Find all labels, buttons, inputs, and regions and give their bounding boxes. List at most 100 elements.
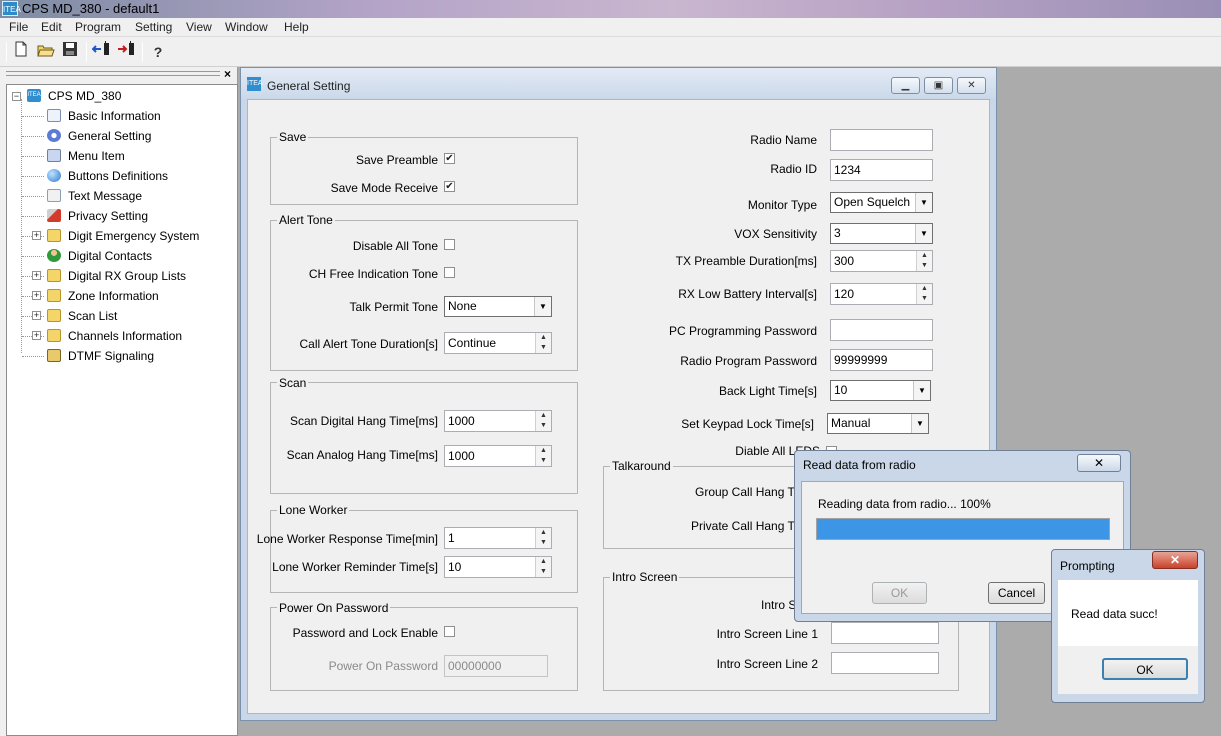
spin-down-icon[interactable]: ▼: [916, 261, 932, 271]
close-button[interactable]: ✕: [957, 77, 986, 94]
intro-screen-line1-input[interactable]: [831, 622, 939, 644]
tree-item[interactable]: Digital RX Group Lists: [47, 267, 186, 285]
panel-grip[interactable]: [6, 71, 220, 76]
radio-name-input[interactable]: [830, 129, 933, 151]
scan-group: [270, 382, 578, 494]
keypad-lock-time-select[interactable]: Manual ▼: [827, 413, 929, 434]
tree-item[interactable]: DTMF Signaling: [47, 347, 154, 365]
pc-programming-password-input[interactable]: [830, 319, 933, 341]
spin-up-icon[interactable]: ▲: [535, 557, 551, 567]
read-cancel-button[interactable]: Cancel: [988, 582, 1045, 604]
tree-item[interactable]: General Setting: [47, 127, 151, 145]
spin-up-icon[interactable]: ▲: [916, 284, 932, 294]
tx-preamble-spinner[interactable]: 300 ▲ ▼: [830, 250, 933, 272]
expand-icon[interactable]: +: [32, 291, 41, 300]
tree-item[interactable]: Privacy Setting: [47, 207, 148, 225]
help-icon[interactable]: ?: [147, 41, 169, 63]
lone-worker-reminder-label: Lone Worker Reminder Time[s]: [272, 560, 438, 574]
general-setting-title-bar[interactable]: ITEA General Setting ▁ ▣ ✕: [241, 68, 996, 98]
spin-down-icon[interactable]: ▼: [535, 538, 551, 548]
tree-item[interactable]: Channels Information: [47, 327, 182, 345]
power-on-password-label: Power On Password: [328, 659, 438, 673]
expand-icon[interactable]: +: [32, 231, 41, 240]
toolbar-separator: [6, 42, 7, 62]
spin-down-icon[interactable]: ▼: [916, 294, 932, 304]
tree-item[interactable]: Menu Item: [47, 147, 125, 165]
chevron-down-icon[interactable]: ▼: [915, 193, 932, 212]
radio-id-input[interactable]: 1234: [830, 159, 933, 181]
spin-up-icon[interactable]: ▲: [535, 333, 551, 343]
minimize-button[interactable]: ▁: [891, 77, 920, 94]
read-radio-icon[interactable]: [91, 41, 113, 63]
chevron-down-icon[interactable]: ▼: [911, 414, 928, 433]
tree-item[interactable]: Digit Emergency System: [47, 227, 199, 245]
restore-button[interactable]: ▣: [924, 77, 953, 94]
menu-setting[interactable]: Setting: [135, 20, 172, 34]
tree-item[interactable]: Digital Contacts: [47, 247, 152, 265]
lone-worker-reminder-spinner[interactable]: 10 ▲ ▼: [444, 556, 552, 578]
tree-item[interactable]: Basic Information: [47, 107, 161, 125]
menu-edit[interactable]: Edit: [41, 20, 62, 34]
back-light-time-select[interactable]: 10 ▼: [830, 380, 931, 401]
app-icon: ITEA: [2, 1, 21, 16]
disable-all-tone-checkbox[interactable]: [444, 239, 455, 250]
expand-icon[interactable]: +: [32, 311, 41, 320]
collapse-icon[interactable]: −: [12, 92, 21, 101]
intro-screen-line2-label: Intro Screen Line 2: [716, 657, 818, 671]
scan-analog-hang-spinner[interactable]: 1000 ▲ ▼: [444, 445, 552, 467]
panel-close-icon[interactable]: ×: [224, 67, 231, 81]
prompt-close-button[interactable]: ✕: [1152, 551, 1198, 569]
menu-view[interactable]: View: [186, 20, 212, 34]
spin-down-icon[interactable]: ▼: [535, 421, 551, 431]
intro-screen-line2-input[interactable]: [831, 652, 939, 674]
tree-item[interactable]: Zone Information: [47, 287, 159, 305]
lone-worker-response-spinner[interactable]: 1 ▲ ▼: [444, 527, 552, 549]
scan-digital-hang-value: 1000: [448, 414, 475, 428]
prompt-ok-button[interactable]: OK: [1102, 658, 1188, 680]
menu-file[interactable]: File: [9, 20, 28, 34]
lone-worker-group-label: Lone Worker: [277, 503, 350, 517]
spin-up-icon[interactable]: ▲: [916, 251, 932, 261]
expand-icon[interactable]: +: [32, 271, 41, 280]
spin-down-icon[interactable]: ▼: [535, 343, 551, 353]
app-title: CPS MD_380 - default1: [22, 1, 160, 16]
rx-low-battery-spinner[interactable]: 120 ▲ ▼: [830, 283, 933, 305]
open-folder-icon[interactable]: [35, 41, 57, 63]
save-preamble-checkbox[interactable]: ✔: [444, 153, 455, 164]
call-alert-tone-duration-spinner[interactable]: Continue ▲ ▼: [444, 332, 552, 354]
chevron-down-icon[interactable]: ▼: [915, 224, 932, 243]
save-mode-receive-checkbox[interactable]: ✔: [444, 181, 455, 192]
ch-free-indication-tone-checkbox[interactable]: [444, 267, 455, 278]
expand-icon[interactable]: +: [32, 331, 41, 340]
new-file-icon[interactable]: [10, 41, 32, 63]
tree-item[interactable]: Scan List: [47, 307, 117, 325]
power-on-password-input: 00000000: [444, 655, 548, 677]
talk-permit-tone-select[interactable]: None ▼: [444, 296, 552, 317]
menu-window[interactable]: Window: [225, 20, 268, 34]
spin-up-icon[interactable]: ▲: [535, 528, 551, 538]
tree-root[interactable]: ITEA CPS MD_380: [27, 87, 121, 105]
menu-help[interactable]: Help: [284, 20, 309, 34]
vox-sensitivity-select[interactable]: 3 ▼: [830, 223, 933, 244]
dtmf-icon: [47, 349, 61, 362]
spin-up-icon[interactable]: ▲: [535, 446, 551, 456]
pc-programming-password-label: PC Programming Password: [668, 324, 817, 338]
spin-up-icon[interactable]: ▲: [535, 411, 551, 421]
tree-item[interactable]: Buttons Definitions: [47, 167, 168, 185]
chevron-down-icon[interactable]: ▼: [913, 381, 930, 400]
spin-down-icon[interactable]: ▼: [535, 456, 551, 466]
menu-program[interactable]: Program: [75, 20, 121, 34]
read-dialog-close-button[interactable]: ✕: [1077, 454, 1121, 472]
scan-digital-hang-spinner[interactable]: 1000 ▲ ▼: [444, 410, 552, 432]
disable-all-tone-label: Disable All Tone: [352, 239, 438, 253]
save-icon[interactable]: [59, 41, 81, 63]
password-lock-enable-checkbox[interactable]: [444, 626, 455, 637]
radio-program-password-input[interactable]: 99999999: [830, 349, 933, 371]
scan-analog-hang-value: 1000: [448, 449, 475, 463]
monitor-type-select[interactable]: Open Squelch ▼: [830, 192, 933, 213]
chevron-down-icon[interactable]: ▼: [534, 297, 551, 316]
read-progress-bar: [816, 518, 1110, 540]
tree-item[interactable]: Text Message: [47, 187, 142, 205]
write-radio-icon[interactable]: [116, 41, 138, 63]
spin-down-icon[interactable]: ▼: [535, 567, 551, 577]
